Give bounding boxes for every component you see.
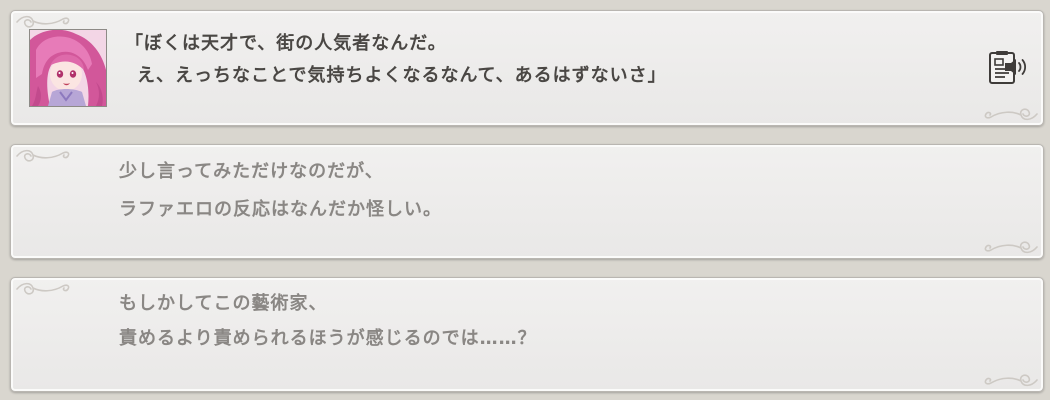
backlog-panel: 「ぼくは天才で、街の人気者なんだ。 え、えっちなことで気持ちよくなるなんて、ある… (0, 0, 1050, 400)
corner-ornament (984, 241, 1038, 254)
narration-line: ラファエロの反応はなんだか怪しい。 (119, 199, 442, 220)
narration-line: もしかしてこの藝術家、 (119, 293, 328, 314)
voice-replay-icon (989, 51, 1027, 84)
log-entry: 「ぼくは天才で、街の人気者なんだ。 え、えっちなことで気持ちよくなるなんて、ある… (10, 10, 1044, 126)
corner-ornament (16, 282, 70, 295)
narration-line: 責めるより責められるほうが感じるのでは……？ (119, 328, 537, 349)
corner-ornament (984, 374, 1038, 387)
dialogue-line: え、えっちなことで気持ちよくなるなんて、あるはずないさ」 (137, 65, 667, 86)
log-entry: もしかしてこの藝術家、 責めるより責められるほうが感じるのでは……？ (10, 277, 1044, 392)
corner-ornament (16, 149, 70, 162)
log-entry: 少し言ってみただけなのだが、 ラファエロの反応はなんだか怪しい。 (10, 144, 1044, 259)
voice-replay-button[interactable] (987, 51, 1029, 87)
narration-line: 少し言ってみただけなのだが、 (119, 161, 384, 182)
character-portrait (29, 29, 107, 107)
corner-ornament (984, 108, 1038, 121)
dialogue-line: 「ぼくは天才で、街の人気者なんだ。 (125, 33, 447, 54)
character-portrait-image (30, 30, 106, 106)
